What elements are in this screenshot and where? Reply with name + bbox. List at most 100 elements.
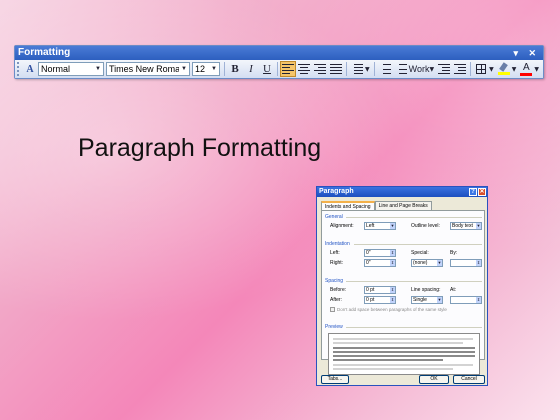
increase-indent-icon	[454, 64, 467, 74]
increase-indent-button[interactable]	[452, 61, 468, 77]
chevron-down-icon[interactable]: ▼	[489, 66, 494, 73]
spinner-arrows-icon[interactable]: ⇕	[390, 287, 395, 293]
dialog-tab-panel: General Alignment: Left ▼ Outline level:…	[321, 210, 485, 375]
chevron-down-icon[interactable]: ▼	[93, 63, 103, 75]
spacing-after-value: 0 pt	[366, 297, 375, 303]
preview-line	[333, 359, 443, 361]
indent-right-value: 0"	[366, 260, 371, 266]
underline-button[interactable]: U	[259, 61, 275, 77]
line-spacing-select[interactable]: Single ▼	[411, 296, 443, 304]
alignment-select[interactable]: Left ▼	[364, 222, 396, 230]
spinner-arrows-icon[interactable]: ⇕	[390, 297, 395, 303]
special-select[interactable]: (none) ▼	[411, 259, 443, 267]
cancel-button[interactable]: Cancel	[453, 375, 485, 384]
preview-line	[333, 364, 473, 366]
chevron-down-icon[interactable]: ▼	[365, 66, 370, 73]
toolbar-title-controls[interactable]: ▾ ✕	[513, 46, 540, 60]
preview-line	[333, 338, 473, 340]
chevron-down-icon[interactable]: ▼	[429, 66, 434, 73]
chevron-down-icon[interactable]: ▼	[534, 66, 539, 73]
bulleted-list-icon	[395, 64, 407, 74]
justify-icon	[330, 64, 342, 74]
help-button[interactable]: ?	[469, 188, 477, 196]
section-divider	[354, 244, 482, 245]
styles-and-formatting-icon[interactable]: A	[22, 61, 38, 77]
chevron-down-icon[interactable]: ▼	[437, 297, 442, 303]
chevron-down-icon[interactable]: ▼	[209, 63, 219, 75]
line-spacing-label: Line spacing:	[411, 287, 441, 293]
dialog-title-buttons: ? ✕	[469, 188, 486, 196]
tabs-button[interactable]: Tabs...	[321, 375, 349, 384]
style-combo[interactable]: Normal ▼	[38, 62, 104, 76]
dialog-title: Paragraph	[319, 188, 354, 195]
toolbar-separator	[373, 62, 375, 76]
decrease-indent-button[interactable]	[436, 61, 452, 77]
align-center-icon	[298, 64, 310, 74]
work-menu-label[interactable]: Work	[409, 64, 430, 74]
highlight-color-swatch	[497, 72, 510, 75]
align-right-icon	[314, 64, 326, 74]
bullets-button[interactable]	[393, 61, 409, 77]
spinner-arrows-icon[interactable]: ⇕	[476, 260, 481, 266]
spacing-after-label: After:	[330, 297, 342, 303]
bold-button[interactable]: B	[227, 61, 243, 77]
spinner-arrows-icon[interactable]: ⇕	[390, 260, 395, 266]
ok-button[interactable]: OK	[419, 375, 449, 384]
preview-line	[333, 342, 463, 344]
spacing-before-label: Before:	[330, 287, 347, 293]
spacing-after-spinner[interactable]: 0 pt ⇕	[364, 296, 396, 304]
close-button[interactable]: ✕	[478, 188, 486, 196]
align-left-button[interactable]	[280, 61, 296, 77]
font-combo[interactable]: Times New Roman ▼	[106, 62, 190, 76]
dont-add-space-label: Don't add space between paragraphs of th…	[337, 307, 447, 312]
section-general-label: General	[325, 214, 343, 220]
toolbar-separator	[277, 62, 278, 76]
outline-level-select[interactable]: Body text ▼	[450, 222, 482, 230]
toolbar-titlebar[interactable]: Formatting ▾ ✕	[15, 46, 543, 60]
indent-right-spinner[interactable]: 0" ⇕	[364, 259, 396, 267]
align-center-button[interactable]	[296, 61, 312, 77]
section-spacing-label: Spacing	[325, 278, 344, 284]
by-spinner[interactable]: ⇕	[450, 259, 482, 267]
chevron-down-icon[interactable]: ▼	[179, 63, 189, 75]
toolbar-grip[interactable]	[17, 62, 20, 76]
spinner-arrows-icon[interactable]: ⇕	[390, 250, 395, 256]
outline-level-value: Body text	[452, 223, 473, 229]
at-label: At:	[450, 287, 457, 293]
toolbar-separator	[470, 62, 472, 76]
paragraph-preview	[328, 333, 480, 375]
dialog-titlebar[interactable]: Paragraph ? ✕	[317, 187, 487, 197]
chevron-down-icon[interactable]: ▼	[437, 260, 442, 266]
italic-button[interactable]: I	[243, 61, 259, 77]
chevron-down-icon[interactable]: ▼	[512, 66, 517, 73]
dialog-tabs: Indents and Spacing Line and Page Breaks	[317, 197, 487, 211]
chevron-down-icon[interactable]: ▼	[476, 223, 481, 229]
spinner-arrows-icon[interactable]: ⇕	[476, 297, 481, 303]
borders-button[interactable]	[473, 61, 489, 77]
highlight-button[interactable]	[496, 61, 512, 77]
numbered-list-icon	[379, 64, 391, 74]
alignment-value: Left	[366, 223, 375, 229]
numbering-button[interactable]	[377, 61, 393, 77]
font-color-button[interactable]: A	[518, 61, 534, 77]
preview-line	[333, 355, 475, 357]
indent-left-spinner[interactable]: 0" ⇕	[364, 249, 396, 257]
section-divider	[346, 327, 482, 328]
at-spinner[interactable]: ⇕	[450, 296, 482, 304]
spacing-before-spinner[interactable]: 0 pt ⇕	[364, 286, 396, 294]
slide-heading: Paragraph Formatting	[78, 134, 322, 162]
highlighter-icon	[497, 62, 510, 75]
line-spacing-button[interactable]	[349, 61, 365, 77]
decrease-indent-icon	[438, 64, 451, 74]
border-icon	[476, 64, 487, 74]
toolbar-separator	[346, 62, 347, 76]
align-right-button[interactable]	[312, 61, 328, 77]
indent-left-label: Left:	[330, 250, 340, 256]
dont-add-space-checkbox[interactable]: Don't add space between paragraphs of th…	[330, 307, 447, 313]
justify-button[interactable]	[328, 61, 344, 77]
font-size-combo[interactable]: 12 ▼	[192, 62, 220, 76]
chevron-down-icon[interactable]: ▼	[390, 223, 395, 229]
special-value: (none)	[413, 260, 428, 266]
indent-left-value: 0"	[366, 250, 371, 256]
preview-line	[333, 347, 475, 349]
